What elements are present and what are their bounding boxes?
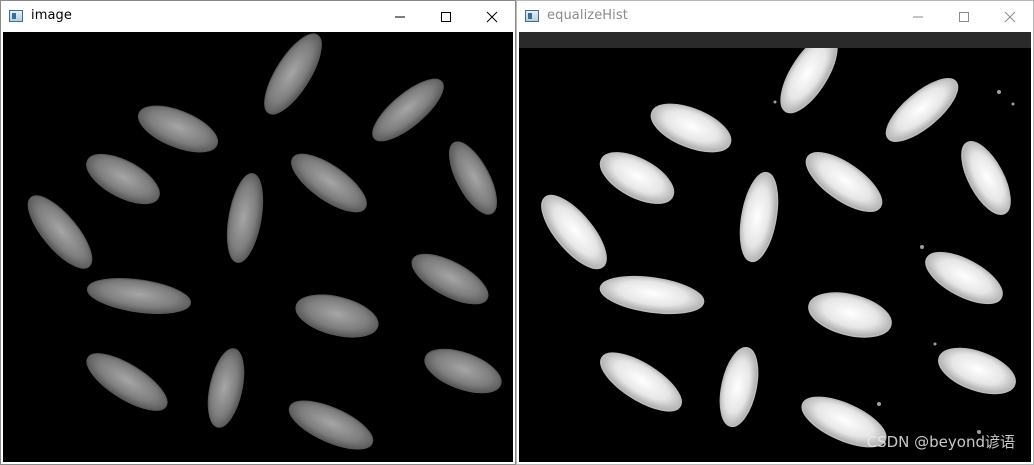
rice-grains-original bbox=[27, 33, 502, 450]
title-bar[interactable]: image bbox=[1, 1, 515, 32]
top-strip bbox=[519, 32, 1031, 48]
close-button[interactable] bbox=[469, 1, 515, 32]
maximize-icon bbox=[959, 11, 969, 22]
image-canvas[interactable]: CSDN @beyond谚语 bbox=[519, 32, 1031, 462]
title-bar[interactable]: equalizeHist bbox=[517, 1, 1033, 32]
maximize-icon bbox=[441, 11, 451, 22]
watermark: CSDN @beyond谚语 bbox=[866, 433, 1015, 451]
minimize-button[interactable] bbox=[377, 1, 423, 32]
close-icon bbox=[1004, 11, 1016, 22]
close-button[interactable] bbox=[987, 1, 1033, 32]
image-canvas[interactable] bbox=[3, 32, 513, 462]
app-icon bbox=[525, 10, 539, 22]
window-title: image bbox=[31, 8, 72, 23]
close-icon bbox=[486, 11, 498, 22]
app-icon bbox=[9, 10, 23, 22]
image-window: image bbox=[0, 0, 516, 465]
maximize-button[interactable] bbox=[423, 1, 469, 32]
equalizehist-window: equalizeHist CSDN @beyond谚语 bbox=[516, 0, 1034, 465]
minimize-icon bbox=[913, 16, 923, 17]
rice-grains-equalized bbox=[541, 34, 1016, 448]
window-title: equalizeHist bbox=[547, 8, 628, 23]
minimize-button[interactable] bbox=[895, 1, 941, 32]
minimize-icon bbox=[395, 16, 405, 17]
maximize-button[interactable] bbox=[941, 1, 987, 32]
